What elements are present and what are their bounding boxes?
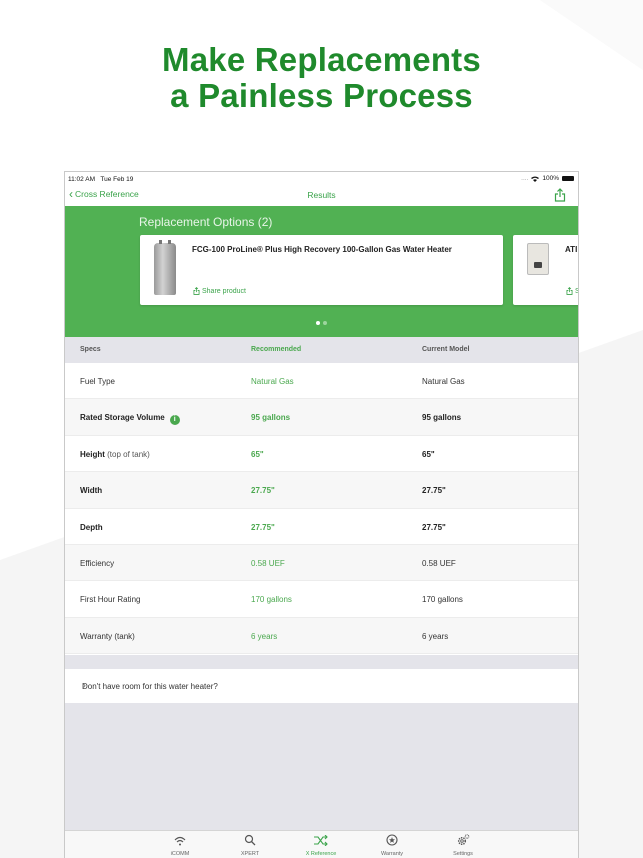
spec-current-value: 0.58 UEF xyxy=(422,558,456,568)
tankless-heater-image xyxy=(527,243,549,275)
spec-row: First Hour Rating 170 gallons 170 gallons xyxy=(65,581,578,618)
spec-current-value: 27.75" xyxy=(422,522,446,532)
current-model-header-label: Current Model xyxy=(422,346,470,353)
tab-label: Warranty xyxy=(380,851,404,857)
share-product-label: Share product xyxy=(202,287,246,295)
tab-warranty[interactable]: Warranty xyxy=(372,834,412,857)
spec-label-sub: (top of tank) xyxy=(104,449,150,459)
spec-row: Warranty (tank) 6 years 6 years xyxy=(65,617,578,655)
share-small-icon xyxy=(193,287,200,295)
spec-row: Fuel Type Natural Gas Natural Gas xyxy=(65,363,578,400)
spec-label-text: Height xyxy=(80,449,105,459)
tab-icomm[interactable]: iCOMM xyxy=(160,834,200,857)
spec-label-text: Efficiency xyxy=(80,558,115,568)
tab-label: iCOMM xyxy=(170,851,190,857)
marketing-headline: Make Replacements a Painless Process xyxy=(0,42,643,114)
spec-recommended-value: Natural Gas xyxy=(251,377,294,386)
spec-recommended-value: 27.75" xyxy=(251,486,275,496)
no-room-row[interactable]: Don't have room for this water heater? › xyxy=(65,669,578,703)
product-card[interactable]: FCG-100 ProLine® Plus High Recovery 100-… xyxy=(140,235,503,305)
share-product-label: S xyxy=(575,288,578,295)
share-icon[interactable] xyxy=(554,188,566,202)
share-product-link[interactable]: Share product xyxy=(193,287,246,295)
share-small-icon xyxy=(566,287,573,295)
spec-recommended-value: 0.58 UEF xyxy=(251,558,285,568)
spec-label: Warranty (tank) xyxy=(80,632,135,641)
specs-table-header: Specs Recommended Current Model xyxy=(65,337,578,363)
product-title: FCG-100 ProLine® Plus High Recovery 100-… xyxy=(192,245,452,254)
shuffle-icon xyxy=(301,834,341,851)
water-heater-image xyxy=(154,240,176,295)
signal-dots-icon: .... xyxy=(521,175,529,182)
tab-x-reference[interactable]: X Reference xyxy=(301,834,341,857)
spec-label-text: Rated Storage Volume xyxy=(80,413,165,423)
wifi-status-icon xyxy=(531,176,540,182)
tab-bar: iCOMM XPERT X Reference Warranty Setting… xyxy=(65,830,578,858)
spec-row: Rated Storage Volume i 95 gallons 95 gallon… xyxy=(65,399,578,436)
tab-label: XPERT xyxy=(240,851,260,857)
spec-recommended-value: 27.75" xyxy=(251,522,275,532)
spec-label-text: Fuel Type xyxy=(80,377,115,386)
headline-line-2: a Painless Process xyxy=(170,77,473,114)
spec-label: Fuel Type xyxy=(80,377,115,386)
gear-icon xyxy=(443,834,483,851)
spec-label-text: Depth xyxy=(80,522,103,532)
status-bar: 11:02 AM Tue Feb 19 .... 100% xyxy=(65,172,578,186)
replacement-options-header: Replacement Options (2) xyxy=(139,215,273,229)
product-title: ATI 199 xyxy=(565,245,578,254)
spec-current-value: 170 gallons xyxy=(422,595,463,605)
spec-label: Width xyxy=(80,486,102,495)
tab-label: X Reference xyxy=(305,851,337,857)
nav-title: Results xyxy=(307,190,336,200)
spec-recommended-value: 6 years xyxy=(251,631,278,641)
spec-label: First Hour Rating xyxy=(80,595,140,604)
spec-label-text: First Hour Rating xyxy=(80,595,141,605)
spec-label: Depth xyxy=(80,523,103,532)
page-indicator[interactable] xyxy=(65,321,578,325)
specs-table: Fuel Type Natural Gas Natural Gas Rated Sto… xyxy=(65,363,578,655)
status-right: .... 100% xyxy=(521,175,574,182)
product-card[interactable]: ATI 199 S xyxy=(513,235,578,305)
battery-percent: 100% xyxy=(542,175,559,182)
spec-current-value: 6 years xyxy=(422,631,449,641)
spec-label: Height (top of tank) xyxy=(80,450,150,459)
status-time: 11:02 AM Tue Feb 19 xyxy=(68,176,133,183)
spec-row: Width 27.75" 27.75" xyxy=(65,472,578,509)
recommended-header-label: Recommended xyxy=(251,346,302,353)
info-icon[interactable]: i xyxy=(169,415,180,426)
tab-settings[interactable]: Settings xyxy=(443,834,483,857)
status-date-text: Tue Feb 19 xyxy=(100,176,134,183)
warranty-icon xyxy=(372,834,412,851)
spec-label-text: Width xyxy=(80,486,103,496)
share-product-link[interactable]: S xyxy=(566,287,578,295)
spec-current-value: 65" xyxy=(422,449,435,459)
spec-recommended-value: 170 gallons xyxy=(251,595,292,605)
spec-label: Efficiency xyxy=(80,559,114,568)
spec-recommended-value: 65" xyxy=(251,449,264,459)
spec-label-text: Warranty (tank) xyxy=(80,631,135,641)
chevron-right-icon: › xyxy=(82,678,86,692)
spec-row: Height (top of tank) 65" 65" xyxy=(65,435,578,473)
spec-label: Rated Storage Volume i xyxy=(80,413,180,426)
spec-recommended-value: 95 gallons xyxy=(251,413,291,423)
spec-current-value: Natural Gas xyxy=(422,377,465,386)
page-dot xyxy=(323,321,327,325)
headline-line-1: Make Replacements xyxy=(162,41,481,78)
search-icon xyxy=(230,834,270,851)
spec-row: Efficiency 0.58 UEF 0.58 UEF xyxy=(65,544,578,582)
wifi-icon xyxy=(160,834,200,851)
spec-current-value: 95 gallons xyxy=(422,413,462,423)
status-time-text: 11:02 AM xyxy=(68,176,95,183)
battery-icon xyxy=(562,176,574,181)
tab-label: Settings xyxy=(453,851,473,857)
replacement-options-section: Replacement Options (2) FCG-100 ProLine®… xyxy=(65,206,578,337)
tab-xpert[interactable]: XPERT xyxy=(230,834,270,857)
specs-header-label: Specs xyxy=(80,346,101,353)
spec-row: Depth 27.75" 27.75" xyxy=(65,508,578,545)
page-dot-active xyxy=(316,321,320,325)
tablet-screen: 11:02 AM Tue Feb 19 .... 100% ‹ Cross Re… xyxy=(64,171,579,858)
nav-bar: ‹ Cross Reference Results xyxy=(65,186,578,206)
spec-current-value: 27.75" xyxy=(422,486,446,496)
